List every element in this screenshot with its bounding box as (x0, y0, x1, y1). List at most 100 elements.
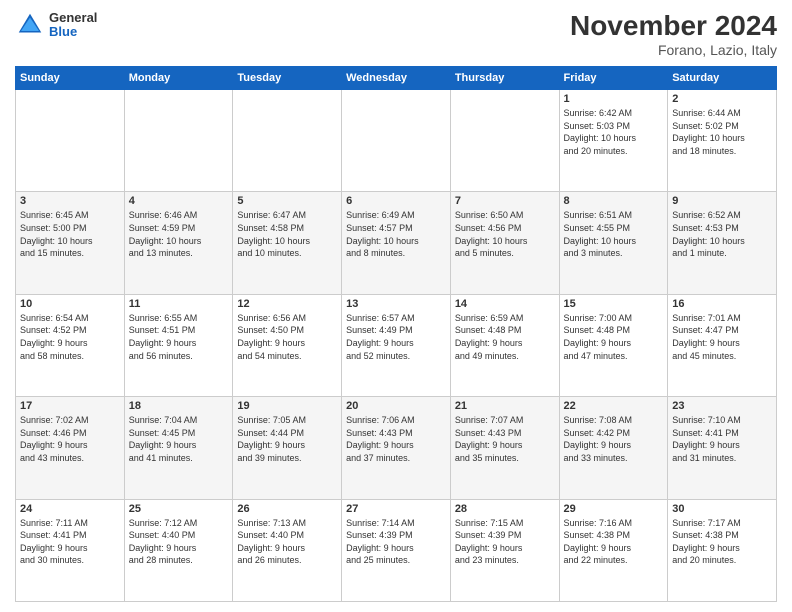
day-number: 9 (672, 195, 772, 207)
day-number: 2 (672, 93, 772, 105)
calendar-cell: 15 Sunrise: 7:00 AM Sunset: 4:48 PM Dayli… (559, 294, 668, 396)
day-info: Sunrise: 7:14 AM Sunset: 4:39 PM Dayligh… (346, 517, 446, 567)
calendar-cell: 5Sunrise: 6:47 AM Sunset: 4:58 PM Daylig… (233, 192, 342, 294)
day-info: Sunrise: 6:50 AM Sunset: 4:56 PM Dayligh… (455, 209, 555, 259)
day-number: 7 (455, 195, 555, 207)
calendar-cell: 18Sunrise: 7:04 AM Sunset: 4:45 PM Dayli… (124, 397, 233, 499)
calendar-cell (124, 90, 233, 192)
calendar-cell: 7 Sunrise: 6:50 AM Sunset: 4:56 PM Daylig… (450, 192, 559, 294)
day-info: Sunrise: 7:04 AM Sunset: 4:45 PM Dayligh… (129, 414, 229, 464)
day-info: Sunrise: 6:56 AM Sunset: 4:50 PM Dayligh… (237, 312, 337, 362)
day-info: Sunrise: 7:15 AM Sunset: 4:39 PM Dayligh… (455, 517, 555, 567)
calendar-cell: 28 Sunrise: 7:15 AM Sunset: 4:39 PM Dayli… (450, 499, 559, 601)
col-header-monday: Monday (124, 67, 233, 90)
col-header-thursday: Thursday (450, 67, 559, 90)
day-info: Sunrise: 7:00 AM Sunset: 4:48 PM Dayligh… (564, 312, 664, 362)
day-info: Sunrise: 6:44 AM Sunset: 5:02 PM Dayligh… (672, 107, 772, 157)
day-number: 15 (564, 298, 664, 310)
calendar-cell: 27 Sunrise: 7:14 AM Sunset: 4:39 PM Dayli… (342, 499, 451, 601)
calendar-cell: 16 Sunrise: 7:01 AM Sunset: 4:47 PM Dayli… (668, 294, 777, 396)
day-number: 11 (129, 298, 229, 310)
day-info: Sunrise: 7:07 AM Sunset: 4:43 PM Dayligh… (455, 414, 555, 464)
calendar-cell: 2 Sunrise: 6:44 AM Sunset: 5:02 PM Daylig… (668, 90, 777, 192)
day-info: Sunrise: 7:06 AM Sunset: 4:43 PM Dayligh… (346, 414, 446, 464)
day-number: 8 (564, 195, 664, 207)
calendar-week-1: 1 Sunrise: 6:42 AM Sunset: 5:03 PM Daylig… (16, 90, 777, 192)
calendar-cell: 30Sunrise: 7:17 AM Sunset: 4:38 PM Dayli… (668, 499, 777, 601)
calendar-cell (233, 90, 342, 192)
calendar-cell: 14 Sunrise: 6:59 AM Sunset: 4:48 PM Dayli… (450, 294, 559, 396)
day-info: Sunrise: 6:51 AM Sunset: 4:55 PM Dayligh… (564, 209, 664, 259)
logo-general-label: General (49, 11, 97, 25)
day-number: 28 (455, 503, 555, 515)
location: Forano, Lazio, Italy (570, 42, 777, 58)
col-header-saturday: Saturday (668, 67, 777, 90)
day-info: Sunrise: 7:12 AM Sunset: 4:40 PM Dayligh… (129, 517, 229, 567)
calendar-cell: 19Sunrise: 7:05 AM Sunset: 4:44 PM Dayli… (233, 397, 342, 499)
calendar-cell: 10Sunrise: 6:54 AM Sunset: 4:52 PM Dayli… (16, 294, 125, 396)
calendar-cell: 21 Sunrise: 7:07 AM Sunset: 4:43 PM Dayli… (450, 397, 559, 499)
day-info: Sunrise: 7:02 AM Sunset: 4:46 PM Dayligh… (20, 414, 120, 464)
page: General Blue November 2024 Forano, Lazio… (0, 0, 792, 612)
calendar-cell (16, 90, 125, 192)
day-number: 4 (129, 195, 229, 207)
day-number: 26 (237, 503, 337, 515)
day-info: Sunrise: 6:59 AM Sunset: 4:48 PM Dayligh… (455, 312, 555, 362)
day-number: 13 (346, 298, 446, 310)
day-number: 14 (455, 298, 555, 310)
calendar-cell: 8 Sunrise: 6:51 AM Sunset: 4:55 PM Daylig… (559, 192, 668, 294)
col-header-friday: Friday (559, 67, 668, 90)
day-info: Sunrise: 7:08 AM Sunset: 4:42 PM Dayligh… (564, 414, 664, 464)
day-number: 27 (346, 503, 446, 515)
calendar-cell: 13 Sunrise: 6:57 AM Sunset: 4:49 PM Dayli… (342, 294, 451, 396)
day-info: Sunrise: 6:42 AM Sunset: 5:03 PM Dayligh… (564, 107, 664, 157)
month-title: November 2024 (570, 10, 777, 42)
day-info: Sunrise: 7:13 AM Sunset: 4:40 PM Dayligh… (237, 517, 337, 567)
day-number: 25 (129, 503, 229, 515)
calendar-cell (450, 90, 559, 192)
calendar-cell: 12 Sunrise: 6:56 AM Sunset: 4:50 PM Dayli… (233, 294, 342, 396)
calendar-cell: 9 Sunrise: 6:52 AM Sunset: 4:53 PM Daylig… (668, 192, 777, 294)
logo-icon (15, 10, 45, 40)
header: General Blue November 2024 Forano, Lazio… (15, 10, 777, 58)
logo: General Blue (15, 10, 97, 40)
day-info: Sunrise: 6:52 AM Sunset: 4:53 PM Dayligh… (672, 209, 772, 259)
day-info: Sunrise: 6:57 AM Sunset: 4:49 PM Dayligh… (346, 312, 446, 362)
calendar-week-2: 3Sunrise: 6:45 AM Sunset: 5:00 PM Daylig… (16, 192, 777, 294)
day-info: Sunrise: 7:01 AM Sunset: 4:47 PM Dayligh… (672, 312, 772, 362)
calendar-cell: 4Sunrise: 6:46 AM Sunset: 4:59 PM Daylig… (124, 192, 233, 294)
calendar-cell: 6 Sunrise: 6:49 AM Sunset: 4:57 PM Daylig… (342, 192, 451, 294)
col-header-tuesday: Tuesday (233, 67, 342, 90)
day-number: 17 (20, 400, 120, 412)
calendar-cell: 11Sunrise: 6:55 AM Sunset: 4:51 PM Dayli… (124, 294, 233, 396)
calendar-cell: 1 Sunrise: 6:42 AM Sunset: 5:03 PM Daylig… (559, 90, 668, 192)
day-number: 22 (564, 400, 664, 412)
day-number: 23 (672, 400, 772, 412)
day-info: Sunrise: 6:49 AM Sunset: 4:57 PM Dayligh… (346, 209, 446, 259)
day-number: 19 (237, 400, 337, 412)
day-number: 1 (564, 93, 664, 105)
col-header-sunday: Sunday (16, 67, 125, 90)
day-info: Sunrise: 7:10 AM Sunset: 4:41 PM Dayligh… (672, 414, 772, 464)
day-number: 21 (455, 400, 555, 412)
logo-text: General Blue (49, 11, 97, 40)
day-number: 20 (346, 400, 446, 412)
calendar-cell: 20 Sunrise: 7:06 AM Sunset: 4:43 PM Dayli… (342, 397, 451, 499)
day-info: Sunrise: 7:11 AM Sunset: 4:41 PM Dayligh… (20, 517, 120, 567)
calendar-cell: 22 Sunrise: 7:08 AM Sunset: 4:42 PM Dayli… (559, 397, 668, 499)
calendar-cell: 17 Sunrise: 7:02 AM Sunset: 4:46 PM Dayli… (16, 397, 125, 499)
day-number: 29 (564, 503, 664, 515)
calendar-cell: 3Sunrise: 6:45 AM Sunset: 5:00 PM Daylig… (16, 192, 125, 294)
calendar-week-3: 10Sunrise: 6:54 AM Sunset: 4:52 PM Dayli… (16, 294, 777, 396)
day-number: 24 (20, 503, 120, 515)
day-number: 12 (237, 298, 337, 310)
calendar-cell: 23 Sunrise: 7:10 AM Sunset: 4:41 PM Dayli… (668, 397, 777, 499)
day-number: 16 (672, 298, 772, 310)
day-number: 6 (346, 195, 446, 207)
calendar-cell: 25 Sunrise: 7:12 AM Sunset: 4:40 PM Dayli… (124, 499, 233, 601)
day-info: Sunrise: 6:47 AM Sunset: 4:58 PM Dayligh… (237, 209, 337, 259)
header-row: SundayMondayTuesdayWednesdayThursdayFrid… (16, 67, 777, 90)
day-number: 30 (672, 503, 772, 515)
day-info: Sunrise: 6:54 AM Sunset: 4:52 PM Dayligh… (20, 312, 120, 362)
calendar-week-5: 24 Sunrise: 7:11 AM Sunset: 4:41 PM Dayli… (16, 499, 777, 601)
